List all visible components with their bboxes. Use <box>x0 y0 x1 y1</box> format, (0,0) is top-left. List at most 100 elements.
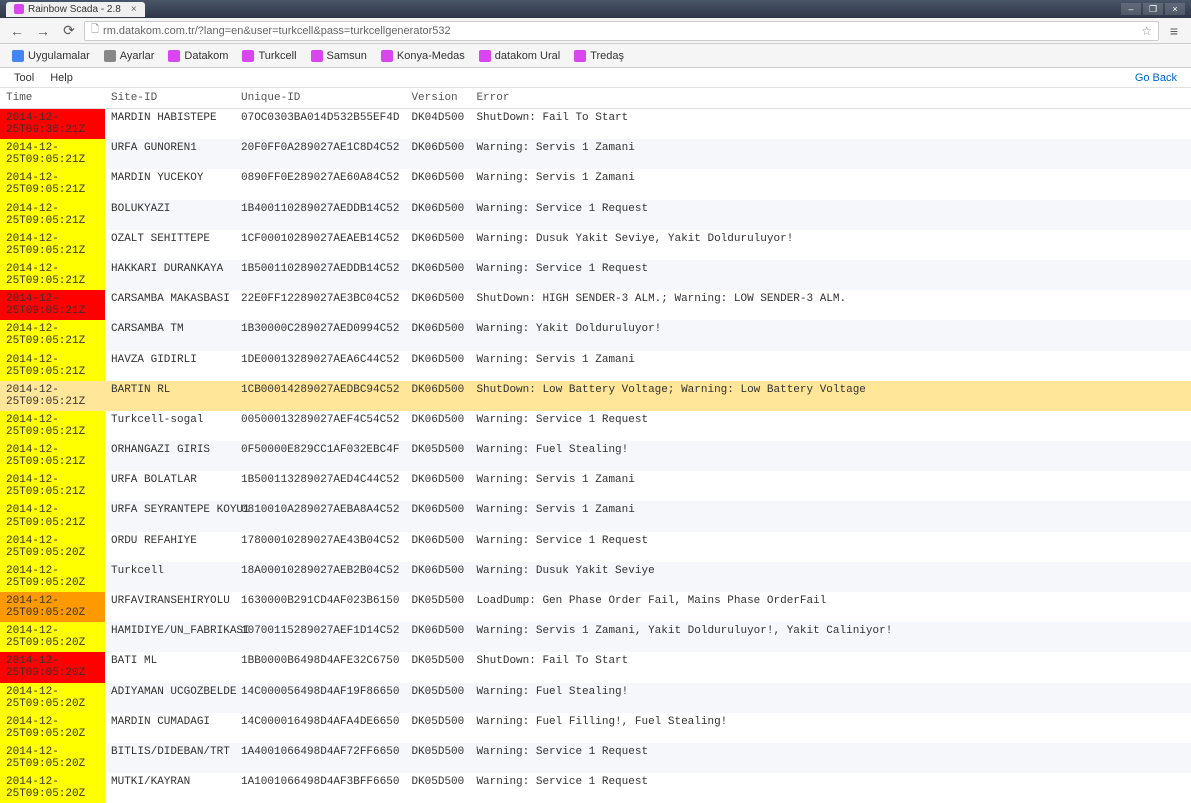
cell-version: DK05D500 <box>405 652 470 682</box>
cell-site: CARSAMBA TM <box>105 320 235 350</box>
table-row[interactable]: 2014-12-25T09:05:21ZBOLUKYAZI1B400110289… <box>0 200 1191 230</box>
apps-icon <box>12 50 24 62</box>
cell-error: Warning: Servis 1 Zamani <box>470 501 1191 531</box>
cell-time: 2014-12-25T09:05:21Z <box>0 381 105 411</box>
cell-time: 2014-12-25T09:05:21Z <box>0 411 105 441</box>
tab-close-icon[interactable]: × <box>131 4 137 15</box>
table-header-row: Time Site-ID Unique-ID Version Error <box>0 88 1191 109</box>
table-row[interactable]: 2014-12-25T09:05:21ZCARSAMBA MAKASBASI22… <box>0 290 1191 320</box>
table-row[interactable]: 2014-12-25T09:05:20ZHAMIDIYE/UN_FABRIKAS… <box>0 622 1191 652</box>
table-row[interactable]: 2014-12-25T09:05:21ZURFA SEYRANTEPE KOYU… <box>0 501 1191 531</box>
bookmark-item[interactable]: Datakom <box>162 48 234 64</box>
menu-help[interactable]: Help <box>42 70 81 86</box>
cell-unique: 14C000016498D4AFA4DE6650 <box>235 713 405 743</box>
col-unique[interactable]: Unique-ID <box>235 88 405 109</box>
reload-button[interactable]: ⟳ <box>58 21 80 41</box>
table-row[interactable]: 2014-12-25T09:05:20ZBATI ML1BB0000B6498D… <box>0 652 1191 682</box>
url-text: rm.datakom.com.tr/?lang=en&user=turkcell… <box>103 25 1137 37</box>
bookmark-item[interactable]: datakom Ural <box>473 48 566 64</box>
cell-error: Warning: Service 1 Request <box>470 532 1191 562</box>
cell-unique: 18A00010289027AEB2B04C52 <box>235 562 405 592</box>
cell-error: ShutDown: Fail To Start <box>470 652 1191 682</box>
close-button[interactable]: × <box>1165 3 1185 15</box>
table-row[interactable]: 2014-12-25T09:05:20ZTurkcell18A000102890… <box>0 562 1191 592</box>
bookmark-label: datakom Ural <box>495 50 560 62</box>
bookmark-item[interactable]: Turkcell <box>236 48 302 64</box>
table-row[interactable]: 2014-12-25T09:05:21ZURFA GUNOREN120F0FF0… <box>0 139 1191 169</box>
bookmark-item[interactable]: Konya-Medas <box>375 48 471 64</box>
table-row[interactable]: 2014-12-25T09:05:20ZMARDIN CUMADAGI14C00… <box>0 713 1191 743</box>
table-row[interactable]: 2014-12-25T09:05:20ZADIYAMAN UCGOZBELDE1… <box>0 683 1191 713</box>
cell-time: 2014-12-25T09:05:21Z <box>0 260 105 290</box>
table-row[interactable]: 2014-12-25T09:05:21ZTurkcell-sogal005000… <box>0 411 1191 441</box>
cell-time: 2014-12-25T09:05:21Z <box>0 139 105 169</box>
page-icon: 🗋 <box>91 22 99 39</box>
table-row[interactable]: 2014-12-25T09:36:21ZMARDIN HABISTEPE07OC… <box>0 109 1191 140</box>
bookmark-item[interactable]: Tredaş <box>568 48 630 64</box>
maximize-button[interactable]: ❐ <box>1143 3 1163 15</box>
cell-version: DK06D500 <box>405 200 470 230</box>
col-error[interactable]: Error <box>470 88 1191 109</box>
cell-time: 2014-12-25T09:05:21Z <box>0 471 105 501</box>
table-row[interactable]: 2014-12-25T09:05:20ZMUTKI/KAYRAN1A100106… <box>0 773 1191 803</box>
app-menubar: Tool Help Go Back <box>0 68 1191 88</box>
url-input[interactable]: 🗋 rm.datakom.com.tr/?lang=en&user=turkce… <box>84 21 1159 41</box>
cell-version: DK05D500 <box>405 441 470 471</box>
cell-unique: 0F50000E829CC1AF032EBC4F <box>235 441 405 471</box>
tab-favicon-icon <box>14 4 24 14</box>
cell-unique: 07OC0303BA014D532B55EF4D <box>235 109 405 140</box>
table-row[interactable]: 2014-12-25T09:05:21ZOZALT SEHITTEPE1CF00… <box>0 230 1191 260</box>
cell-site: MARDIN HABISTEPE <box>105 109 235 140</box>
table-row[interactable]: 2014-12-25T09:05:21ZHAVZA GIDIRLI1DE0001… <box>0 351 1191 381</box>
browser-titlebar: Rainbow Scada - 2.8 × – ❐ × <box>0 0 1191 18</box>
chrome-menu-button[interactable]: ≡ <box>1163 21 1185 41</box>
table-row[interactable]: 2014-12-25T09:05:21ZCARSAMBA TM1B30000C2… <box>0 320 1191 350</box>
cell-error: ShutDown: Fail To Start <box>470 109 1191 140</box>
table-row[interactable]: 2014-12-25T09:05:20ZORDU REFAHIYE1780001… <box>0 532 1191 562</box>
cell-site: OZALT SEHITTEPE <box>105 230 235 260</box>
cell-site: HAVZA GIDIRLI <box>105 351 235 381</box>
cell-time: 2014-12-25T09:05:21Z <box>0 320 105 350</box>
cell-version: DK06D500 <box>405 169 470 199</box>
table-row[interactable]: 2014-12-25T09:05:20ZBITLIS/DIDEBAN/TRT1A… <box>0 743 1191 773</box>
bookmark-item[interactable]: Samsun <box>305 48 373 64</box>
col-time[interactable]: Time <box>0 88 105 109</box>
col-version[interactable]: Version <box>405 88 470 109</box>
cell-version: DK06D500 <box>405 471 470 501</box>
table-row[interactable]: 2014-12-25T09:05:21ZURFA BOLATLAR1B50011… <box>0 471 1191 501</box>
bookmark-star-icon[interactable]: ☆ <box>1141 24 1152 38</box>
browser-tab[interactable]: Rainbow Scada - 2.8 × <box>6 2 145 17</box>
cell-unique: 00500013289027AEF4C54C52 <box>235 411 405 441</box>
cell-version: DK06D500 <box>405 562 470 592</box>
cell-time: 2014-12-25T09:05:21Z <box>0 230 105 260</box>
bookmark-item[interactable]: Ayarlar <box>98 48 161 64</box>
cell-time: 2014-12-25T09:05:20Z <box>0 743 105 773</box>
cell-unique: 20F0FF0A289027AE1C8D4C52 <box>235 139 405 169</box>
cell-version: DK06D500 <box>405 230 470 260</box>
table-row[interactable]: 2014-12-25T09:05:21ZMARDIN YUCEKOY0890FF… <box>0 169 1191 199</box>
table-row[interactable]: 2014-12-25T09:05:21ZORHANGAZI GIRIS0F500… <box>0 441 1191 471</box>
bookmark-item[interactable]: Uygulamalar <box>6 48 96 64</box>
back-button[interactable]: ← <box>6 21 28 41</box>
go-back-link[interactable]: Go Back <box>1127 70 1185 86</box>
cell-time: 2014-12-25T09:05:21Z <box>0 501 105 531</box>
cell-time: 2014-12-25T09:05:21Z <box>0 441 105 471</box>
col-site[interactable]: Site-ID <box>105 88 235 109</box>
menu-tool[interactable]: Tool <box>6 70 42 86</box>
table-row[interactable]: 2014-12-25T09:05:21ZBARTIN RL1CB00014289… <box>0 381 1191 411</box>
table-row[interactable]: 2014-12-25T09:05:21ZHAKKARI DURANKAYA1B5… <box>0 260 1191 290</box>
bookmark-label: Ayarlar <box>120 50 155 62</box>
cell-error: Warning: Service 1 Request <box>470 411 1191 441</box>
cell-unique: 14C000056498D4AF19F86650 <box>235 683 405 713</box>
cell-unique: 0810010A289027AEBA8A4C52 <box>235 501 405 531</box>
cell-version: DK06D500 <box>405 622 470 652</box>
cell-version: DK06D500 <box>405 351 470 381</box>
event-table: Time Site-ID Unique-ID Version Error 201… <box>0 88 1191 803</box>
cell-site: BATI ML <box>105 652 235 682</box>
bookmark-label: Uygulamalar <box>28 50 90 62</box>
minimize-button[interactable]: – <box>1121 3 1141 15</box>
cell-unique: 1BB0000B6498D4AFE32C6750 <box>235 652 405 682</box>
cell-unique: 1A4001066498D4AF72FF6650 <box>235 743 405 773</box>
table-row[interactable]: 2014-12-25T09:05:20ZURFAVIRANSEHIRYOLU16… <box>0 592 1191 622</box>
forward-button[interactable]: → <box>32 21 54 41</box>
